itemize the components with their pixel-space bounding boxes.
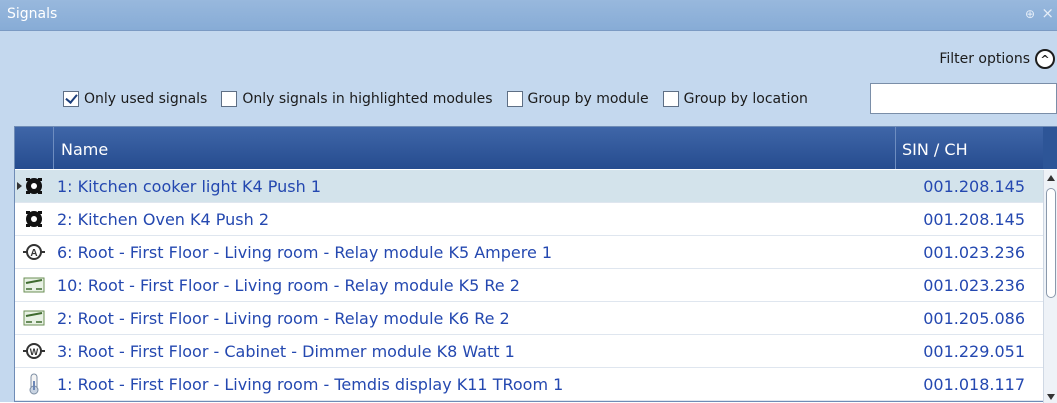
filter-options-toggle[interactable]: Filter options ^	[939, 46, 1055, 72]
sin-ch-cell[interactable]: 001.205.086	[895, 309, 1025, 328]
signal-name-cell[interactable]: 2: Root - First Floor - Living room - Re…	[57, 309, 510, 328]
sin-ch-cell[interactable]: 001.023.236	[895, 243, 1025, 262]
signal-name-cell[interactable]: 3: Root - First Floor - Cabinet - Dimmer…	[57, 342, 515, 361]
column-header-sin[interactable]: SIN / CH	[895, 127, 1043, 169]
table-row[interactable]: W 3: Root - First Floor - Cabinet - Dimme…	[15, 335, 1043, 368]
highlighted-modules-option[interactable]: Only signals in highlighted modules	[221, 91, 493, 107]
grid-rows: 1: Kitchen cooker light K4 Push 1 001.208…	[15, 170, 1043, 401]
group-by-module-checkbox[interactable]	[506, 91, 523, 107]
signal-name-cell[interactable]: 1: Kitchen cooker light K4 Push 1	[57, 177, 321, 196]
row-selector-header	[15, 127, 54, 169]
group-by-location-checkbox[interactable]	[662, 91, 679, 107]
svg-text:W: W	[30, 347, 39, 357]
push-button-icon	[23, 175, 45, 197]
only-used-signals-checkbox[interactable]	[63, 91, 79, 107]
sin-ch-cell[interactable]: 001.018.117	[895, 375, 1025, 394]
highlighted-modules-checkbox[interactable]	[221, 91, 238, 107]
signal-name-cell[interactable]: 1: Root - First Floor - Living room - Te…	[57, 375, 563, 394]
scroll-thumb[interactable]	[1046, 188, 1056, 298]
signals-grid: Name SIN / CH 1: Kitchen cooker light K4…	[14, 126, 1057, 403]
sin-ch-cell[interactable]: 001.208.145	[895, 177, 1025, 196]
watt-meter-icon: W	[23, 340, 45, 362]
sin-ch-cell[interactable]: 001.208.145	[895, 210, 1025, 229]
table-row[interactable]: 1: Kitchen cooker light K4 Push 1 001.208…	[15, 170, 1043, 203]
search-input[interactable]	[870, 83, 1057, 114]
panel-title: Signals	[7, 6, 58, 22]
group-by-location-label: Group by location	[683, 91, 808, 107]
relay-icon	[23, 307, 45, 329]
header-scroll-corner	[1043, 127, 1057, 169]
only-used-signals-label: Only used signals	[84, 91, 208, 107]
table-row[interactable]: 10: Root - First Floor - Living room - R…	[15, 269, 1043, 302]
ampere-meter-icon: A	[23, 241, 45, 263]
only-used-signals-option[interactable]: Only used signals	[63, 91, 207, 107]
table-row[interactable]: A 6: Root - First Floor - Living room - R…	[15, 236, 1043, 269]
table-row[interactable]: 1: Root - First Floor - Living room - Te…	[15, 368, 1043, 401]
signal-name-cell[interactable]: 10: Root - First Floor - Living room - R…	[57, 276, 520, 295]
chevron-up-icon[interactable]: ^	[1035, 49, 1055, 69]
signal-name-cell[interactable]: 2: Kitchen Oven K4 Push 2	[57, 210, 269, 229]
table-row[interactable]: 2: Kitchen Oven K4 Push 2 001.208.145	[15, 203, 1043, 236]
column-header-name[interactable]: Name	[61, 140, 108, 159]
group-by-module-label: Group by module	[527, 91, 649, 107]
group-by-module-option[interactable]: Group by module	[506, 91, 649, 107]
thermometer-icon	[23, 373, 45, 395]
relay-icon	[23, 274, 45, 296]
sin-ch-cell[interactable]: 001.023.236	[895, 276, 1025, 295]
push-button-icon	[23, 208, 45, 230]
current-row-indicator-icon	[17, 182, 22, 190]
pin-icon[interactable]: ⊕	[1025, 7, 1035, 21]
close-icon[interactable]: ×	[1041, 4, 1054, 22]
highlighted-modules-label: Only signals in highlighted modules	[242, 91, 493, 107]
grid-header: Name SIN / CH	[15, 127, 1057, 169]
group-by-location-option[interactable]: Group by location	[662, 91, 808, 107]
sin-ch-cell[interactable]: 001.229.051	[895, 342, 1025, 361]
filter-options-label: Filter options	[939, 51, 1030, 67]
vertical-scrollbar[interactable]	[1043, 170, 1057, 403]
scroll-up-icon[interactable]	[1047, 175, 1055, 181]
scroll-down-icon[interactable]	[1047, 394, 1055, 400]
signal-name-cell[interactable]: 6: Root - First Floor - Living room - Re…	[57, 243, 552, 262]
signals-panel: Signals ⊕ × Filter options ^ Only used s…	[0, 0, 1057, 403]
panel-titlebar: Signals ⊕ ×	[0, 0, 1057, 31]
table-row[interactable]: 2: Root - First Floor - Living room - Re…	[15, 302, 1043, 335]
filter-checkboxes: Only used signals Only signals in highli…	[63, 88, 822, 110]
svg-text:A: A	[30, 248, 37, 259]
